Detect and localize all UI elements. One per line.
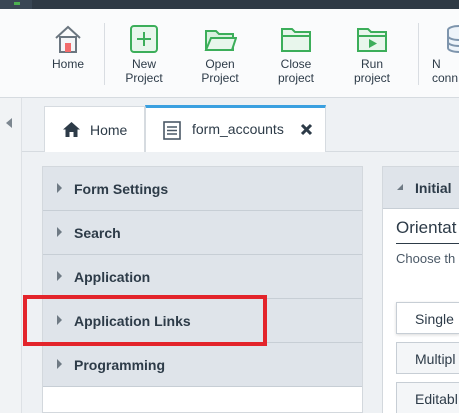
orientation-title: Orientat bbox=[396, 218, 457, 237]
new-project-icon bbox=[127, 23, 161, 55]
option-label: Single bbox=[415, 311, 454, 327]
accordion-item-form-settings[interactable]: Form Settings bbox=[43, 167, 362, 211]
collapse-left-icon bbox=[6, 118, 12, 128]
home-button-label: Home bbox=[51, 57, 84, 71]
caret-right-icon bbox=[57, 227, 62, 237]
initial-settings-panel: Initial Orientat Choose th Single Multip… bbox=[382, 166, 459, 413]
option-label: Multipl bbox=[415, 351, 456, 367]
highlight-box bbox=[23, 295, 267, 346]
new-project-button[interactable]: New Project bbox=[116, 9, 172, 97]
accordion-item-application[interactable]: Application bbox=[43, 255, 362, 299]
open-folder-icon bbox=[203, 23, 238, 55]
accordion-item-programming[interactable]: Programming bbox=[43, 343, 362, 387]
accordion-item-label: Programming bbox=[74, 357, 166, 373]
home-icon bbox=[51, 23, 85, 55]
sidebar-collapse-toggle[interactable] bbox=[0, 98, 22, 413]
run-folder-icon bbox=[355, 23, 389, 55]
open-project-button[interactable]: Open Project bbox=[192, 9, 248, 97]
form-icon bbox=[163, 121, 181, 143]
panel-header[interactable]: Initial bbox=[383, 167, 459, 209]
app-window: Home New Project Open Project Close proj… bbox=[0, 0, 459, 413]
option-editable[interactable]: Editabl bbox=[396, 382, 459, 413]
panel-header-label: Initial bbox=[415, 180, 452, 196]
tab-home-label: Home bbox=[90, 122, 128, 138]
new-connection-button[interactable]: N conn bbox=[430, 9, 459, 97]
top-bar bbox=[0, 0, 459, 9]
database-icon bbox=[446, 23, 459, 55]
tab-bar: Home form_accounts bbox=[22, 98, 459, 152]
close-project-button[interactable]: Close project bbox=[268, 9, 324, 97]
home-icon bbox=[62, 121, 81, 141]
caret-expanded-icon bbox=[397, 184, 403, 190]
new-project-label: New Project bbox=[125, 57, 163, 85]
home-button[interactable]: Home bbox=[44, 9, 92, 97]
open-project-label: Open Project bbox=[201, 57, 239, 85]
accordion-item-label: Search bbox=[74, 225, 121, 241]
close-project-label: Close project bbox=[277, 57, 315, 85]
accordion-item-label: Form Settings bbox=[74, 181, 169, 197]
settings-accordion: Form Settings Search Application Applica… bbox=[42, 166, 363, 413]
tab-form-accounts-label: form_accounts bbox=[192, 121, 284, 137]
close-folder-icon bbox=[279, 23, 313, 55]
title-divider bbox=[396, 243, 459, 244]
accordion-item-label: Application bbox=[74, 269, 151, 285]
accordion-item-search[interactable]: Search bbox=[43, 211, 362, 255]
close-icon[interactable] bbox=[300, 123, 313, 139]
tab-form-accounts[interactable]: form_accounts bbox=[145, 105, 326, 152]
caret-right-icon bbox=[57, 359, 62, 369]
caret-right-icon bbox=[57, 271, 62, 281]
tab-home[interactable]: Home bbox=[44, 106, 145, 152]
option-multiple[interactable]: Multipl bbox=[396, 342, 459, 374]
toolbar-separator bbox=[104, 23, 105, 85]
option-single[interactable]: Single bbox=[396, 302, 459, 334]
run-project-label: Run project bbox=[353, 57, 391, 85]
caret-right-icon bbox=[57, 183, 62, 193]
toolbar-separator bbox=[418, 23, 419, 85]
new-connection-label: N conn bbox=[432, 57, 459, 85]
orientation-subtitle: Choose th bbox=[396, 251, 456, 266]
option-label: Editabl bbox=[415, 391, 458, 407]
run-project-button[interactable]: Run project bbox=[344, 9, 400, 97]
main-toolbar: Home New Project Open Project Close proj… bbox=[0, 9, 459, 98]
